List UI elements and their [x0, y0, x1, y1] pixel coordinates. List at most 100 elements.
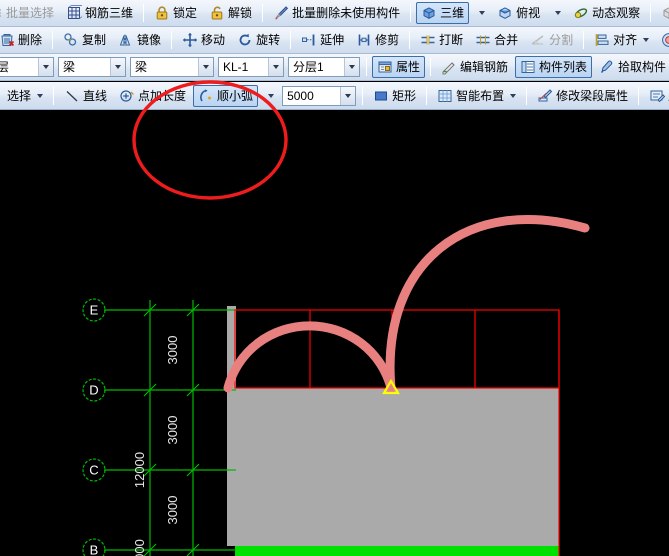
line-icon — [64, 88, 80, 104]
chevron-down-icon — [268, 93, 275, 98]
toolbar-label-merge: 合并 — [494, 33, 519, 47]
chevron-down-icon[interactable] — [110, 58, 125, 76]
toolbar-button-view-top[interactable]: 俯视 — [492, 2, 545, 24]
toolbar-button-inplace-annotation[interactable]: 原位标注 — [644, 85, 669, 107]
toolbar-dropdown-view-3d[interactable] — [471, 2, 490, 24]
toolbar-button-align[interactable]: 对齐 — [589, 29, 654, 51]
arc-radius-input[interactable]: 5000 — [282, 85, 357, 106]
broom-icon — [273, 5, 289, 21]
toolbar-label-rectangle: 矩形 — [392, 88, 417, 103]
chevron-down-icon — [643, 38, 650, 42]
chevron-down-icon[interactable] — [198, 58, 213, 76]
toolbar-label-rotate: 旋转 — [256, 33, 281, 47]
toolbar-button-arc-minor-cw[interactable]: 顺小弧 — [193, 84, 259, 107]
merge-icon — [475, 32, 491, 48]
combo-member-name[interactable]: KL-1 — [218, 57, 284, 77]
toolbar-button-lock[interactable]: 锁定 — [149, 2, 202, 24]
edit-rebar-icon — [441, 59, 457, 75]
slab-green-band — [235, 546, 559, 556]
canvas-vector-layer: E D C B 3000 3000 3000 12000 000 — [82, 215, 590, 556]
combo-category[interactable]: 梁 — [58, 57, 126, 77]
lock-open-icon — [209, 5, 225, 21]
toolbar-label-properties: 属性 — [396, 60, 421, 74]
toolbar-button-offset[interactable]: 偏移 — [656, 29, 669, 51]
toolbar-button-unlock[interactable]: 解锁 — [204, 2, 257, 24]
dimension-text-3000-2: 3000 — [165, 416, 180, 445]
toolbar-button-split[interactable]: 分割 — [525, 29, 578, 51]
toolbar-dropdown-view-top[interactable] — [547, 2, 566, 24]
combo-member-type[interactable]: 梁 — [130, 57, 214, 77]
toolbar-label-align: 对齐 — [613, 33, 638, 47]
chevron-down-icon — [479, 11, 486, 15]
toolbar-label-lock: 锁定 — [173, 6, 198, 20]
toolbar-button-pick-member[interactable]: 拾取构件 — [594, 56, 669, 78]
toolbar-separator — [426, 86, 428, 105]
toolbar-button-properties[interactable]: 属性 — [372, 56, 426, 78]
toolbar-button-delete[interactable]: 删除 — [0, 29, 47, 51]
chevron-down-icon[interactable] — [268, 58, 283, 76]
modify-beam-icon — [537, 88, 553, 104]
toolbar-button-view-3d[interactable]: 三维 — [416, 2, 470, 24]
orbit-icon — [573, 5, 589, 21]
toolbar-label-view-top: 俯视 — [516, 6, 541, 20]
toolbar-button-modify-beam-segment[interactable]: 修改梁段属性 — [532, 85, 633, 107]
toolbar-separator — [52, 31, 54, 49]
toolbar-button-merge[interactable]: 合并 — [470, 29, 523, 51]
toolbar-button-break[interactable]: 打断 — [415, 29, 468, 51]
toolbar-dropdown-arc-mode[interactable] — [260, 85, 279, 107]
combo-layer[interactable]: 分层1 — [288, 57, 360, 77]
toolbar-button-copy[interactable]: 复制 — [58, 29, 111, 51]
toolbar-label-line: 直线 — [83, 88, 108, 103]
toolbar-button-point-length[interactable]: 点加长度 — [114, 85, 191, 107]
toolbar-button-mirror[interactable]: 镜像 — [113, 29, 166, 51]
toolbar-label-point-length: 点加长度 — [138, 88, 187, 103]
axis-bubble-label-C: C — [89, 463, 98, 478]
toolbar-label-edit-rebar: 编辑钢筋 — [460, 60, 509, 74]
toolbar-label-rebar-3d: 钢筋三维 — [85, 6, 134, 20]
toolbar-button-rotate[interactable]: 旋转 — [232, 29, 285, 51]
toolbar-button-select[interactable]: 选择 — [2, 85, 48, 107]
toolbar-label-trim: 修剪 — [375, 33, 400, 47]
toolbar-button-edit-rebar[interactable]: 编辑钢筋 — [436, 56, 513, 78]
chevron-down-icon — [555, 11, 562, 15]
combo-member-type-value: 梁 — [135, 60, 148, 74]
chevron-down-icon[interactable] — [344, 58, 359, 76]
toolbar-label-split: 分割 — [549, 33, 574, 47]
combo-layer-value: 分层1 — [293, 60, 324, 74]
smart-layout-icon — [437, 88, 453, 104]
toolbar-button-batch-select[interactable]: 批量选择 — [0, 2, 59, 24]
drawing-canvas[interactable]: E D C B 3000 3000 3000 12000 000 — [0, 110, 669, 556]
toolbar-button-member-list[interactable]: 构件列表 — [515, 56, 593, 78]
copy-icon — [63, 32, 79, 48]
toolbar-button-smart-layout[interactable]: 智能布置 — [432, 85, 521, 107]
point-length-icon — [119, 88, 135, 104]
toolbar-button-rectangle[interactable]: 矩形 — [368, 85, 421, 107]
toolbar-button-batch-delete-unused[interactable]: 批量删除未使用构件 — [268, 2, 405, 24]
toolbar-label-smart-layout: 智能布置 — [456, 88, 505, 103]
move-icon — [182, 32, 198, 48]
dimension-text-partial: 000 — [132, 539, 147, 556]
toolbar-button-move[interactable]: 移动 — [177, 29, 230, 51]
chevron-down-icon[interactable] — [340, 86, 356, 105]
toolbar-button-extend[interactable]: 延伸 — [296, 29, 349, 51]
toolbar-button-local-3d[interactable]: 局部三维 — [656, 2, 669, 24]
toolbar-label-arc-minor-cw: 顺小弧 — [217, 88, 254, 103]
toolbar-label-modify-beam-segment: 修改梁段属性 — [556, 88, 629, 103]
toolbar-button-dynamic-observe[interactable]: 动态观察 — [568, 2, 645, 24]
toolbar-separator — [290, 31, 292, 49]
toolbar-separator — [410, 4, 412, 22]
toolbar-label-move: 移动 — [201, 33, 226, 47]
batch-select-icon — [0, 5, 3, 21]
arc-radius-value: 5000 — [287, 88, 314, 103]
application-window: 批量选择 钢筋三维 锁定 解锁 批量删除未使用构件 三维 俯视 动态观察 删除 … — [0, 0, 669, 556]
grid-3d-icon — [66, 5, 83, 21]
combo-floor[interactable]: 层 — [0, 57, 54, 77]
toolbar-label-batch-delete-unused: 批量删除未使用构件 — [292, 6, 401, 20]
arc-cw-icon — [198, 88, 214, 104]
chevron-down-icon[interactable] — [38, 58, 53, 76]
toolbar-button-rebar-3d[interactable]: 钢筋三维 — [61, 2, 138, 24]
toolbar-row-member: 层 梁 梁 KL-1 分层1 属性 — [0, 54, 669, 81]
toolbar-button-line[interactable]: 直线 — [59, 85, 112, 107]
toolbar-button-trim[interactable]: 修剪 — [351, 29, 404, 51]
pipette-icon — [599, 59, 615, 75]
